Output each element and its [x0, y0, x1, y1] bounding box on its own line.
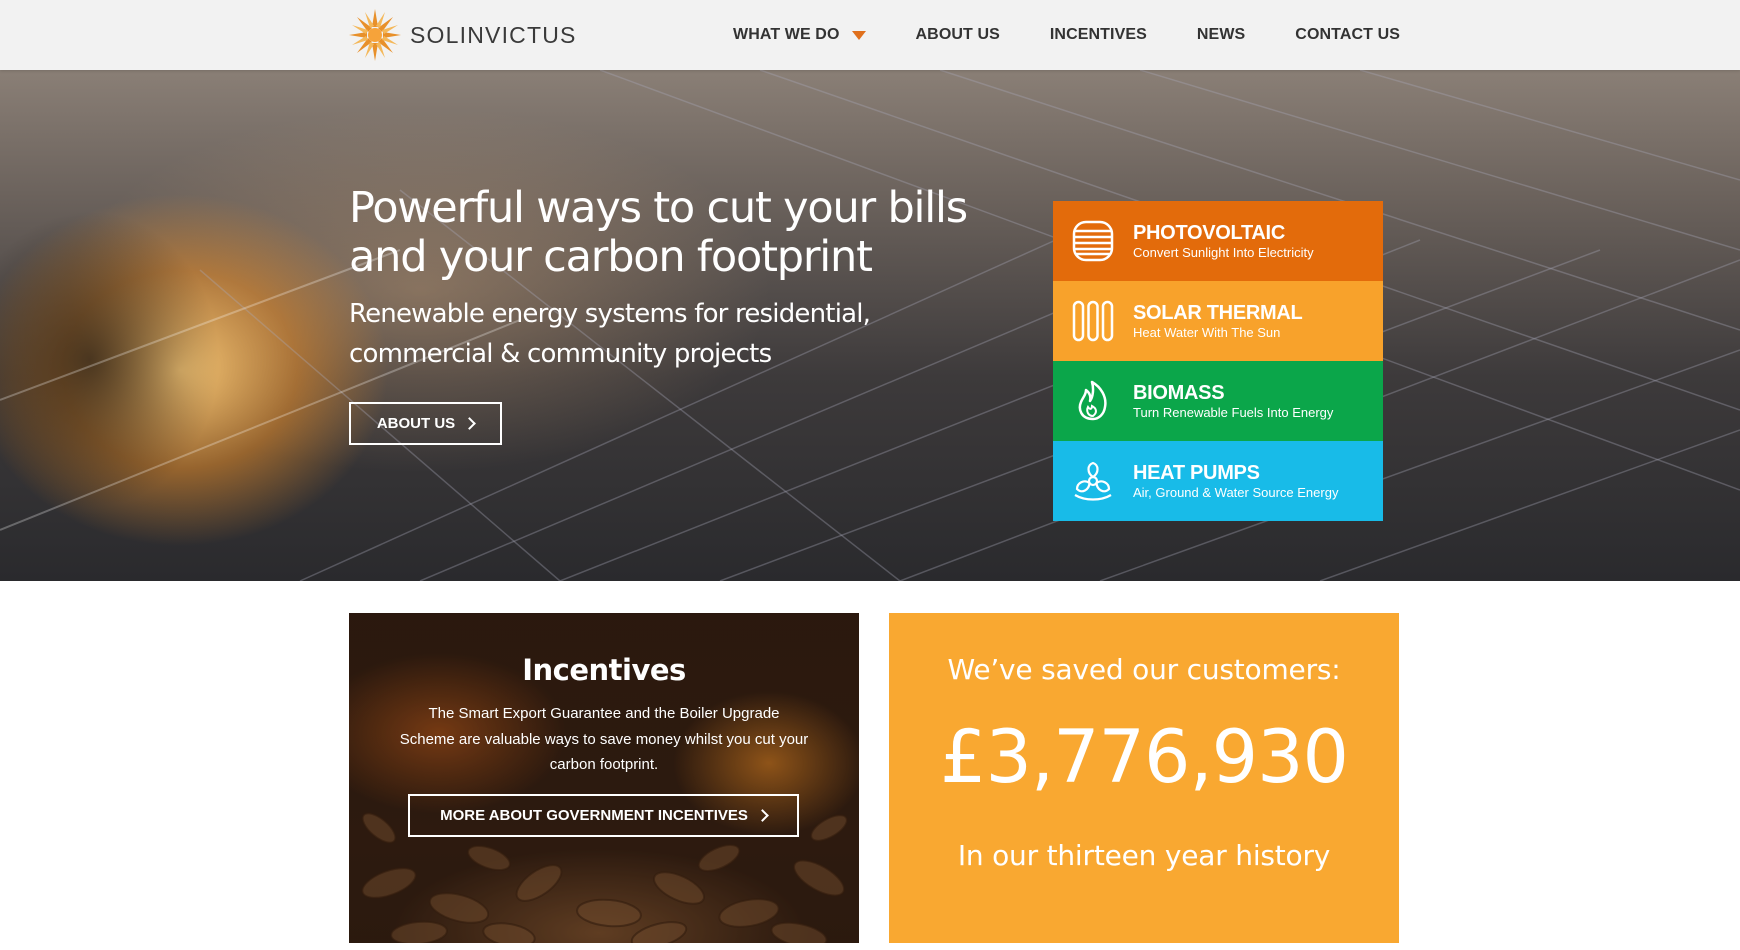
- savings-footer: In our thirteen year history: [957, 839, 1331, 872]
- caret-down-icon: [851, 30, 866, 40]
- service-photovoltaic[interactable]: PHOTOVOLTAIC Convert Sunlight Into Elect…: [1053, 201, 1383, 281]
- service-title: SOLAR THERMAL: [1133, 301, 1303, 324]
- nav-item-what-we-do[interactable]: WHAT WE DO: [733, 26, 866, 44]
- flame-icon: [1078, 380, 1107, 421]
- incentives-text: The Smart Export Guarantee and the Boile…: [399, 705, 809, 773]
- service-description: Air, Ground & Water Source Energy: [1133, 484, 1339, 500]
- service-title: BIOMASS: [1133, 381, 1225, 404]
- service-biomass[interactable]: BIOMASS Turn Renewable Fuels Into Energy: [1053, 361, 1383, 441]
- hero-banner: Powerful ways to cut your bills and your…: [0, 70, 1740, 581]
- service-solar-thermal[interactable]: SOLAR THERMAL Heat Water With The Sun: [1053, 281, 1383, 361]
- nav-item-incentives[interactable]: INCENTIVES: [1050, 26, 1147, 44]
- chevron-right-icon: [756, 809, 769, 822]
- brand-name: SOLINVICTUS: [410, 21, 577, 48]
- incentives-card: Incentives The Smart Export Guarantee an…: [349, 613, 859, 943]
- service-heat-pumps[interactable]: HEAT PUMPS Air, Ground & Water Source En…: [1053, 441, 1383, 521]
- hero-title: Powerful ways to cut your bills and your…: [349, 183, 968, 282]
- service-title: HEAT PUMPS: [1133, 461, 1260, 484]
- about-us-button[interactable]: ABOUT US: [349, 402, 502, 445]
- tubes-icon: [1072, 300, 1114, 342]
- nav-item-contact-us[interactable]: CONTACT US: [1295, 26, 1400, 44]
- service-description: Heat Water With The Sun: [1133, 324, 1281, 340]
- nav-item-about-us[interactable]: ABOUT US: [916, 26, 1000, 44]
- solar-panel-icon: [1072, 220, 1114, 262]
- fan-icon: [1074, 461, 1112, 501]
- nav-item-news[interactable]: NEWS: [1197, 26, 1245, 44]
- sun-logo-icon: [349, 9, 401, 61]
- savings-card: We’ve saved our customers: £3,776,930 In…: [889, 613, 1399, 943]
- service-description: Turn Renewable Fuels Into Energy: [1133, 404, 1334, 420]
- incentives-title: Incentives: [522, 653, 686, 687]
- site-header: SOLINVICTUS WHAT WE DO ABOUT US INCENTIV…: [0, 0, 1740, 70]
- chevron-right-icon: [463, 417, 477, 430]
- button-label: MORE ABOUT GOVERNMENT INCENTIVES: [440, 807, 748, 824]
- button-label: ABOUT US: [376, 415, 456, 432]
- main-nav: WHAT WE DO ABOUT US INCENTIVES NEWS CONT…: [733, 0, 1400, 70]
- logo-link[interactable]: SOLINVICTUS: [348, 8, 577, 62]
- nav-label: WHAT WE DO: [733, 26, 840, 43]
- savings-title: We’ve saved our customers:: [947, 653, 1341, 686]
- more-incentives-button[interactable]: MORE ABOUT GOVERNMENT INCENTIVES: [408, 794, 799, 837]
- services-list: PHOTOVOLTAIC Convert Sunlight Into Elect…: [1053, 201, 1383, 521]
- service-description: Convert Sunlight Into Electricity: [1133, 244, 1314, 260]
- hero-subtitle: Renewable energy systems for residential…: [349, 299, 871, 369]
- service-title: PHOTOVOLTAIC: [1133, 221, 1285, 244]
- savings-amount: £3,776,930: [940, 715, 1349, 800]
